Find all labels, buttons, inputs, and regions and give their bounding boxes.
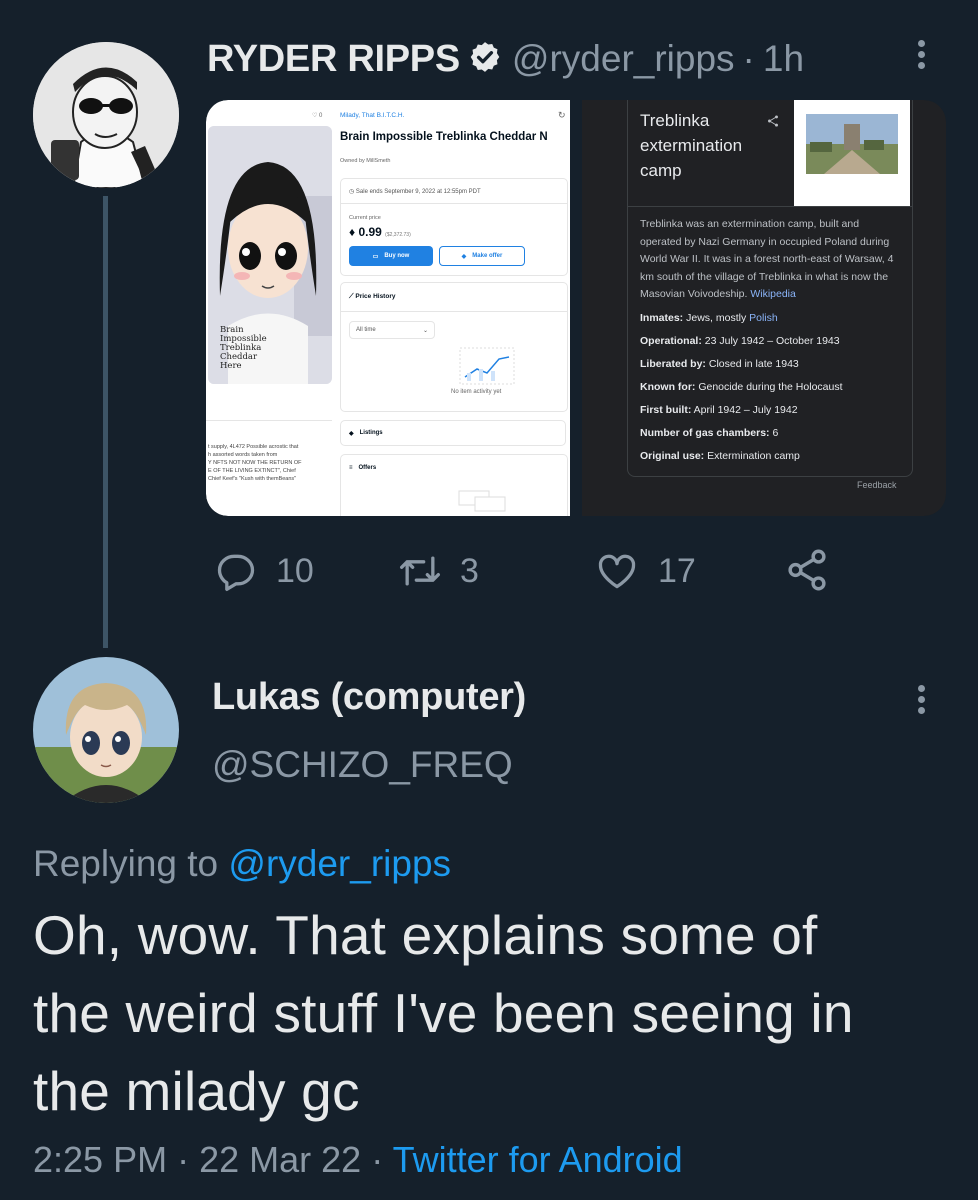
reply-date[interactable]: 22 Mar 22 — [199, 1139, 361, 1180]
more-options-icon[interactable] — [918, 36, 925, 73]
chevron-down-icon: ⌄ — [422, 327, 428, 334]
empty-offers-icon — [457, 487, 513, 516]
sale-panel: ◷ Sale ends September 9, 2022 at 12:55pm… — [340, 178, 568, 276]
media-image-listing[interactable]: Brain Impossible Treblinka Cheddar Here … — [206, 100, 570, 516]
thread-connector-line — [103, 196, 108, 648]
fact-inmates: Inmates: Jews, mostly Polish — [640, 312, 778, 324]
listings-section[interactable]: ◆ Listings — [340, 420, 566, 446]
reply-more-options-icon[interactable] — [918, 681, 925, 718]
replying-to: Replying to @ryder_ripps — [33, 843, 452, 884]
retweet-count: 3 — [460, 551, 479, 590]
media-image-knowledge-panel[interactable]: Treblinka extermination camp Treblinka w… — [582, 100, 946, 516]
display-name[interactable]: RYDER RIPPS — [207, 38, 460, 81]
like-action[interactable]: 17 — [594, 549, 696, 593]
handle[interactable]: @ryder_ripps — [512, 38, 735, 80]
fact-gas-chambers: Number of gas chambers: 6 — [640, 427, 779, 439]
fact-original-use: Original use: Extermination camp — [640, 450, 800, 462]
retweet-icon — [396, 549, 444, 593]
tweet-media[interactable]: Brain Impossible Treblinka Cheddar Here … — [206, 100, 946, 516]
description-text: t supply, 4L472 Possible acrostic that h… — [208, 444, 302, 482]
meta-separator: · — [742, 38, 755, 79]
wikipedia-link[interactable]: Wikipedia — [750, 288, 796, 300]
reply-text-line-1: Oh, wow. That explains some of — [33, 904, 818, 966]
client-link[interactable]: Twitter for Android — [393, 1139, 683, 1180]
share-action[interactable] — [784, 547, 830, 593]
like-count: 17 — [658, 551, 696, 590]
like-count[interactable]: ♡ 0 — [312, 112, 322, 119]
kp-facts: Inmates: Jews, mostly Polish Operational… — [640, 312, 902, 473]
reply-text: Oh, wow. That explains some of the weird… — [33, 896, 854, 1130]
knowledge-card: Treblinka extermination camp Treblinka w… — [627, 100, 913, 477]
feedback-link[interactable]: Feedback — [857, 480, 897, 490]
fact-operational: Operational: 23 July 1942 – October 1943 — [640, 335, 840, 347]
tag-icon: ◆ — [349, 430, 354, 437]
buy-now-button[interactable]: ▭ Buy now — [349, 246, 433, 266]
reply-time[interactable]: 2:25 PM — [33, 1139, 167, 1180]
list-icon: ≡ — [349, 465, 353, 471]
reply-handle[interactable]: @SCHIZO_FREQ — [212, 744, 513, 786]
reply-icon — [214, 549, 258, 593]
tag-icon: ◆ — [461, 253, 467, 260]
price-row: ♦ 0.99 ($2,372.73) — [349, 225, 411, 239]
reply-display-name[interactable]: Lukas (computer) — [212, 676, 526, 719]
memorial-photo — [794, 100, 910, 206]
fact-liberated-by: Liberated by: Closed in late 1943 — [640, 358, 799, 370]
time-filter-select[interactable]: All time ⌄ — [349, 321, 435, 339]
replying-to-handle-link[interactable]: @ryder_ripps — [228, 843, 451, 884]
sale-ends: ◷ Sale ends September 9, 2022 at 12:55pm… — [349, 189, 481, 195]
price-history-header[interactable]: ⟋ Price History — [349, 293, 395, 301]
no-activity-text: No item activity yet — [451, 389, 502, 395]
tweet-time[interactable]: 1h — [763, 38, 804, 80]
verified-badge-icon — [468, 40, 502, 79]
polish-link[interactable]: Polish — [749, 312, 778, 324]
empty-chart-icon — [459, 347, 515, 390]
reply-text-line-2: the weird stuff I've been seeing in — [33, 982, 854, 1044]
owner-text[interactable]: Owned by MillSmeth — [340, 158, 390, 164]
avatar-image — [33, 657, 179, 803]
avatar-image — [33, 42, 179, 188]
shirt-text: Brain Impossible Treblinka Cheddar Here — [220, 325, 267, 371]
retweet-action[interactable]: 3 — [396, 549, 479, 593]
listing-image: Brain Impossible Treblinka Cheddar Here — [208, 126, 332, 384]
heart-icon: ♡ — [312, 113, 320, 119]
wallet-icon: ▭ — [372, 253, 379, 260]
kp-image[interactable] — [794, 100, 910, 206]
description-panel: t supply, 4L472 Possible acrostic that h… — [206, 420, 332, 516]
tweet-header: RYDER RIPPS @ryder_ripps · 1h — [207, 36, 804, 82]
offers-section[interactable]: ≡ Offers — [340, 454, 568, 516]
avatar-ryder-ripps[interactable] — [33, 42, 179, 188]
reply-meta: 2:25 PM · 22 Mar 22 · Twitter for Androi… — [33, 1139, 683, 1180]
avatar-lukas[interactable] — [33, 657, 179, 803]
price-history-panel: ⟋ Price History All time ⌄ No item activi… — [340, 282, 568, 412]
kp-title: Treblinka extermination camp — [640, 111, 743, 180]
current-price-label: Current price — [349, 215, 381, 221]
make-offer-button[interactable]: ◆ Make offer — [439, 246, 525, 266]
reply-action[interactable]: 10 — [214, 549, 314, 593]
share-icon — [784, 547, 830, 593]
clock-icon: ◷ — [349, 189, 356, 195]
refresh-icon[interactable]: ↻ — [558, 110, 566, 121]
fact-first-built: First built: April 1942 – July 1942 — [640, 404, 798, 416]
share-icon[interactable] — [766, 114, 780, 133]
nft-title: Brain Impossible Treblinka Cheddar N — [340, 131, 548, 143]
reply-text-line-3: the milady gc — [33, 1060, 360, 1122]
collection-link[interactable]: Milady, That B.I.T.C.H. — [340, 112, 404, 119]
kp-summary: Treblinka was an extermination camp, bui… — [640, 218, 894, 300]
fact-known-for: Known for: Genocide during the Holocaust — [640, 381, 843, 393]
reply-count: 10 — [276, 551, 314, 590]
heart-icon — [594, 549, 640, 593]
